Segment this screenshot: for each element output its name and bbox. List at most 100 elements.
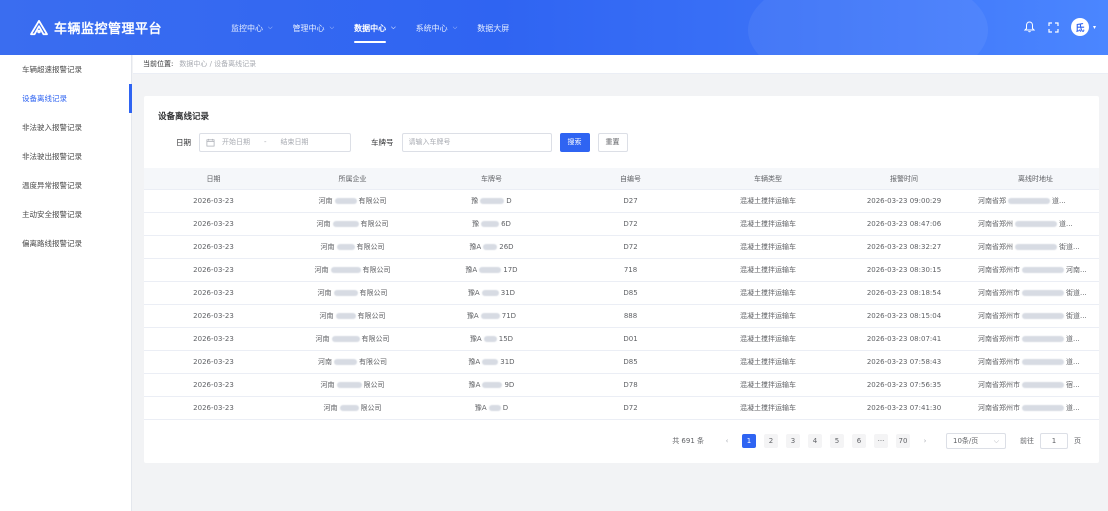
cell-text: 河南省郑州 [978,220,1013,228]
redacted-mask [336,244,355,250]
cell-text: 豫A [469,243,482,251]
cell-text: 混凝土搅拌运输车 [740,335,796,343]
more-pages-button[interactable]: ··· [874,434,888,448]
cell-text: 有限公司 [362,266,391,274]
table-row[interactable]: 2026-03-23 河南 有限公司 豫A 71D 888 混凝土搅拌运输车 2026-03-… [144,305,1099,328]
cell-text: 豫A [469,335,482,343]
page-button[interactable]: 3 [786,434,800,448]
sidebar-item-temperature[interactable]: 温度异常报警记录 [0,171,131,200]
page-button[interactable]: 1 [742,434,756,448]
cell-type: 混凝土搅拌运输车 [700,328,836,350]
table-row[interactable]: 2026-03-23 河南 有限公司 豫A 31D D85 混凝土搅拌运输车 2026-03-… [144,351,1099,374]
cell-text: 豫 [472,220,480,228]
cell-date: 2026-03-23 [144,397,283,419]
page-button[interactable]: 2 [764,434,778,448]
table-row[interactable]: 2026-03-23 河南 限公司 豫A 9D D78 混凝土搅拌运输车 2026-03-23… [144,374,1099,397]
nav-item-dashboard[interactable]: 数据大屏 [477,14,509,42]
page-button[interactable]: 6 [852,434,866,448]
cell-text: 河南省郑州 [978,243,1013,251]
bell-icon[interactable] [1023,20,1037,34]
table-row[interactable]: 2026-03-23 河南 有限公司 豫A 31D D85 混凝土搅拌运输车 2026-03-… [144,282,1099,305]
content-card: 设备离线记录 日期 开始日期 - 结束日期 车牌号 搜索 重置 日期 所属企业 … [144,96,1099,463]
page-list: 1 2 3 4 5 6 ··· 70 [738,434,914,448]
cell-plate: 豫A 31D [422,351,561,373]
cell-time: 2026-03-23 07:56:35 [836,374,972,396]
start-date-input[interactable]: 开始日期 [222,137,250,147]
search-button[interactable]: 搜索 [559,132,590,152]
table-row[interactable]: 2026-03-23 河南 有限公司 豫 6D D72 混凝土搅拌运输车 2026-03-23… [144,213,1099,236]
cell-time: 2026-03-23 08:32:27 [836,236,972,258]
sidebar-item-illegal-entry[interactable]: 非法驶入报警记录 [0,113,131,142]
goto-input[interactable] [1040,433,1068,449]
cell-time: 2026-03-23 08:07:41 [836,328,972,350]
next-page-icon[interactable]: › [918,434,932,448]
page-size-select[interactable]: 10条/页 ⌵ [946,433,1006,449]
plate-input[interactable] [401,132,552,152]
cell-text: 限公司 [360,404,382,412]
cell-address: 河南省郑州市 街道... [972,282,1099,304]
cell-address: 河南省郑州 街道... [972,236,1099,258]
table-row[interactable]: 2026-03-23 河南 限公司 豫A D D72 混凝土搅拌运输车 2026-03-23 … [144,397,1099,420]
sidebar-item-speeding[interactable]: 车辆超速报警记录 [0,55,131,84]
sidebar-item-offline[interactable]: 设备离线记录 [0,84,132,113]
nav-item-system[interactable]: 系统中心 ⌵ [416,14,458,42]
cell-text: 混凝土搅拌运输车 [740,197,796,205]
redacted-mask [1022,267,1064,273]
date-range-picker[interactable]: 开始日期 - 结束日期 [199,132,351,152]
nav-item-monitor[interactable]: 监控中心 ⌵ [231,14,273,42]
sidebar-item-route-deviation[interactable]: 偏离路线报警记录 [0,229,131,258]
chevron-down-icon: ⌵ [391,24,396,31]
app-logo[interactable]: 车辆监控管理平台 [30,18,162,37]
table-row[interactable]: 2026-03-23 河南 有限公司 豫A 15D D01 混凝土搅拌运输车 2026-03-… [144,328,1099,351]
cell-text: 2026-03-23 07:41:30 [866,404,942,412]
cell-plate: 豫A D [422,397,561,419]
cell-type: 混凝土搅拌运输车 [700,397,836,419]
cell-text: 道... [1066,358,1080,366]
nav-item-data[interactable]: 数据中心 ⌵ [354,14,396,43]
redacted-mask [333,290,358,296]
cell-text: D85 [623,289,638,297]
reset-button[interactable]: 重置 [597,132,628,152]
main-nav: 监控中心 ⌵ 管理中心 ⌵ 数据中心 ⌵ 系统中心 ⌵ 数据大屏 [231,14,529,44]
cell-plate: 豫A 71D [422,305,561,327]
page-button[interactable]: 4 [808,434,822,448]
breadcrumb-path[interactable]: 数据中心 / 设备离线记录 [179,59,256,69]
redacted-mask [480,313,500,319]
table-row[interactable]: 2026-03-23 河南 有限公司 豫A 26D D72 混凝土搅拌运输车 2026-03-… [144,236,1099,259]
redacted-mask [480,198,505,204]
prev-page-icon[interactable]: ‹ [720,434,734,448]
fullscreen-icon[interactable] [1047,20,1061,34]
redacted-mask [1022,313,1064,319]
cell-text: 豫A [474,404,487,412]
cell-date: 2026-03-23 [144,190,283,212]
cell-plate: 豫A 17D [422,259,561,281]
page-button[interactable]: 70 [896,434,910,448]
cell-text: 888 [623,312,638,320]
cell-text: 河南 [319,312,334,320]
cell-text: 河南省郑州市 [978,312,1020,320]
table-row[interactable]: 2026-03-23 河南 有限公司豫 D D27 混凝土搅拌运输车 2026-03-23 … [144,190,1099,213]
redacted-mask [481,221,500,227]
cell-date: 2026-03-23 [144,305,283,327]
page-button[interactable]: 5 [830,434,844,448]
column-header: 车辆类型 [754,174,782,183]
logo-icon [30,19,48,35]
nav-item-manage[interactable]: 管理中心 ⌵ [293,14,335,42]
sidebar-item-illegal-exit[interactable]: 非法驶出报警记录 [0,142,131,171]
chevron-down-icon[interactable]: ▾ [1093,24,1096,31]
avatar[interactable]: 氐 [1070,18,1089,36]
cell-text: 有限公司 [359,289,388,297]
end-date-input[interactable]: 结束日期 [281,137,309,147]
cell-code: D85 [561,351,700,373]
cell-text: 河南省郑州市 [978,289,1020,297]
cell-text: 河南 [318,197,333,205]
cell-text: 混凝土搅拌运输车 [740,381,796,389]
table-row[interactable]: 2026-03-23 河南 有限公司 豫A 17D 718 混凝土搅拌运输车 2026-03-… [144,259,1099,282]
cell-text: 有限公司 [358,197,387,205]
column-header: 所属企业 [338,174,367,183]
redacted-mask [1015,221,1057,227]
cell-text: 2026-03-23 08:30:15 [866,266,942,274]
cell-time: 2026-03-23 09:00:29 [836,190,972,212]
cell-text: 2026-03-23 [193,243,234,251]
sidebar-item-active-safety[interactable]: 主动安全报警记录 [0,200,131,229]
